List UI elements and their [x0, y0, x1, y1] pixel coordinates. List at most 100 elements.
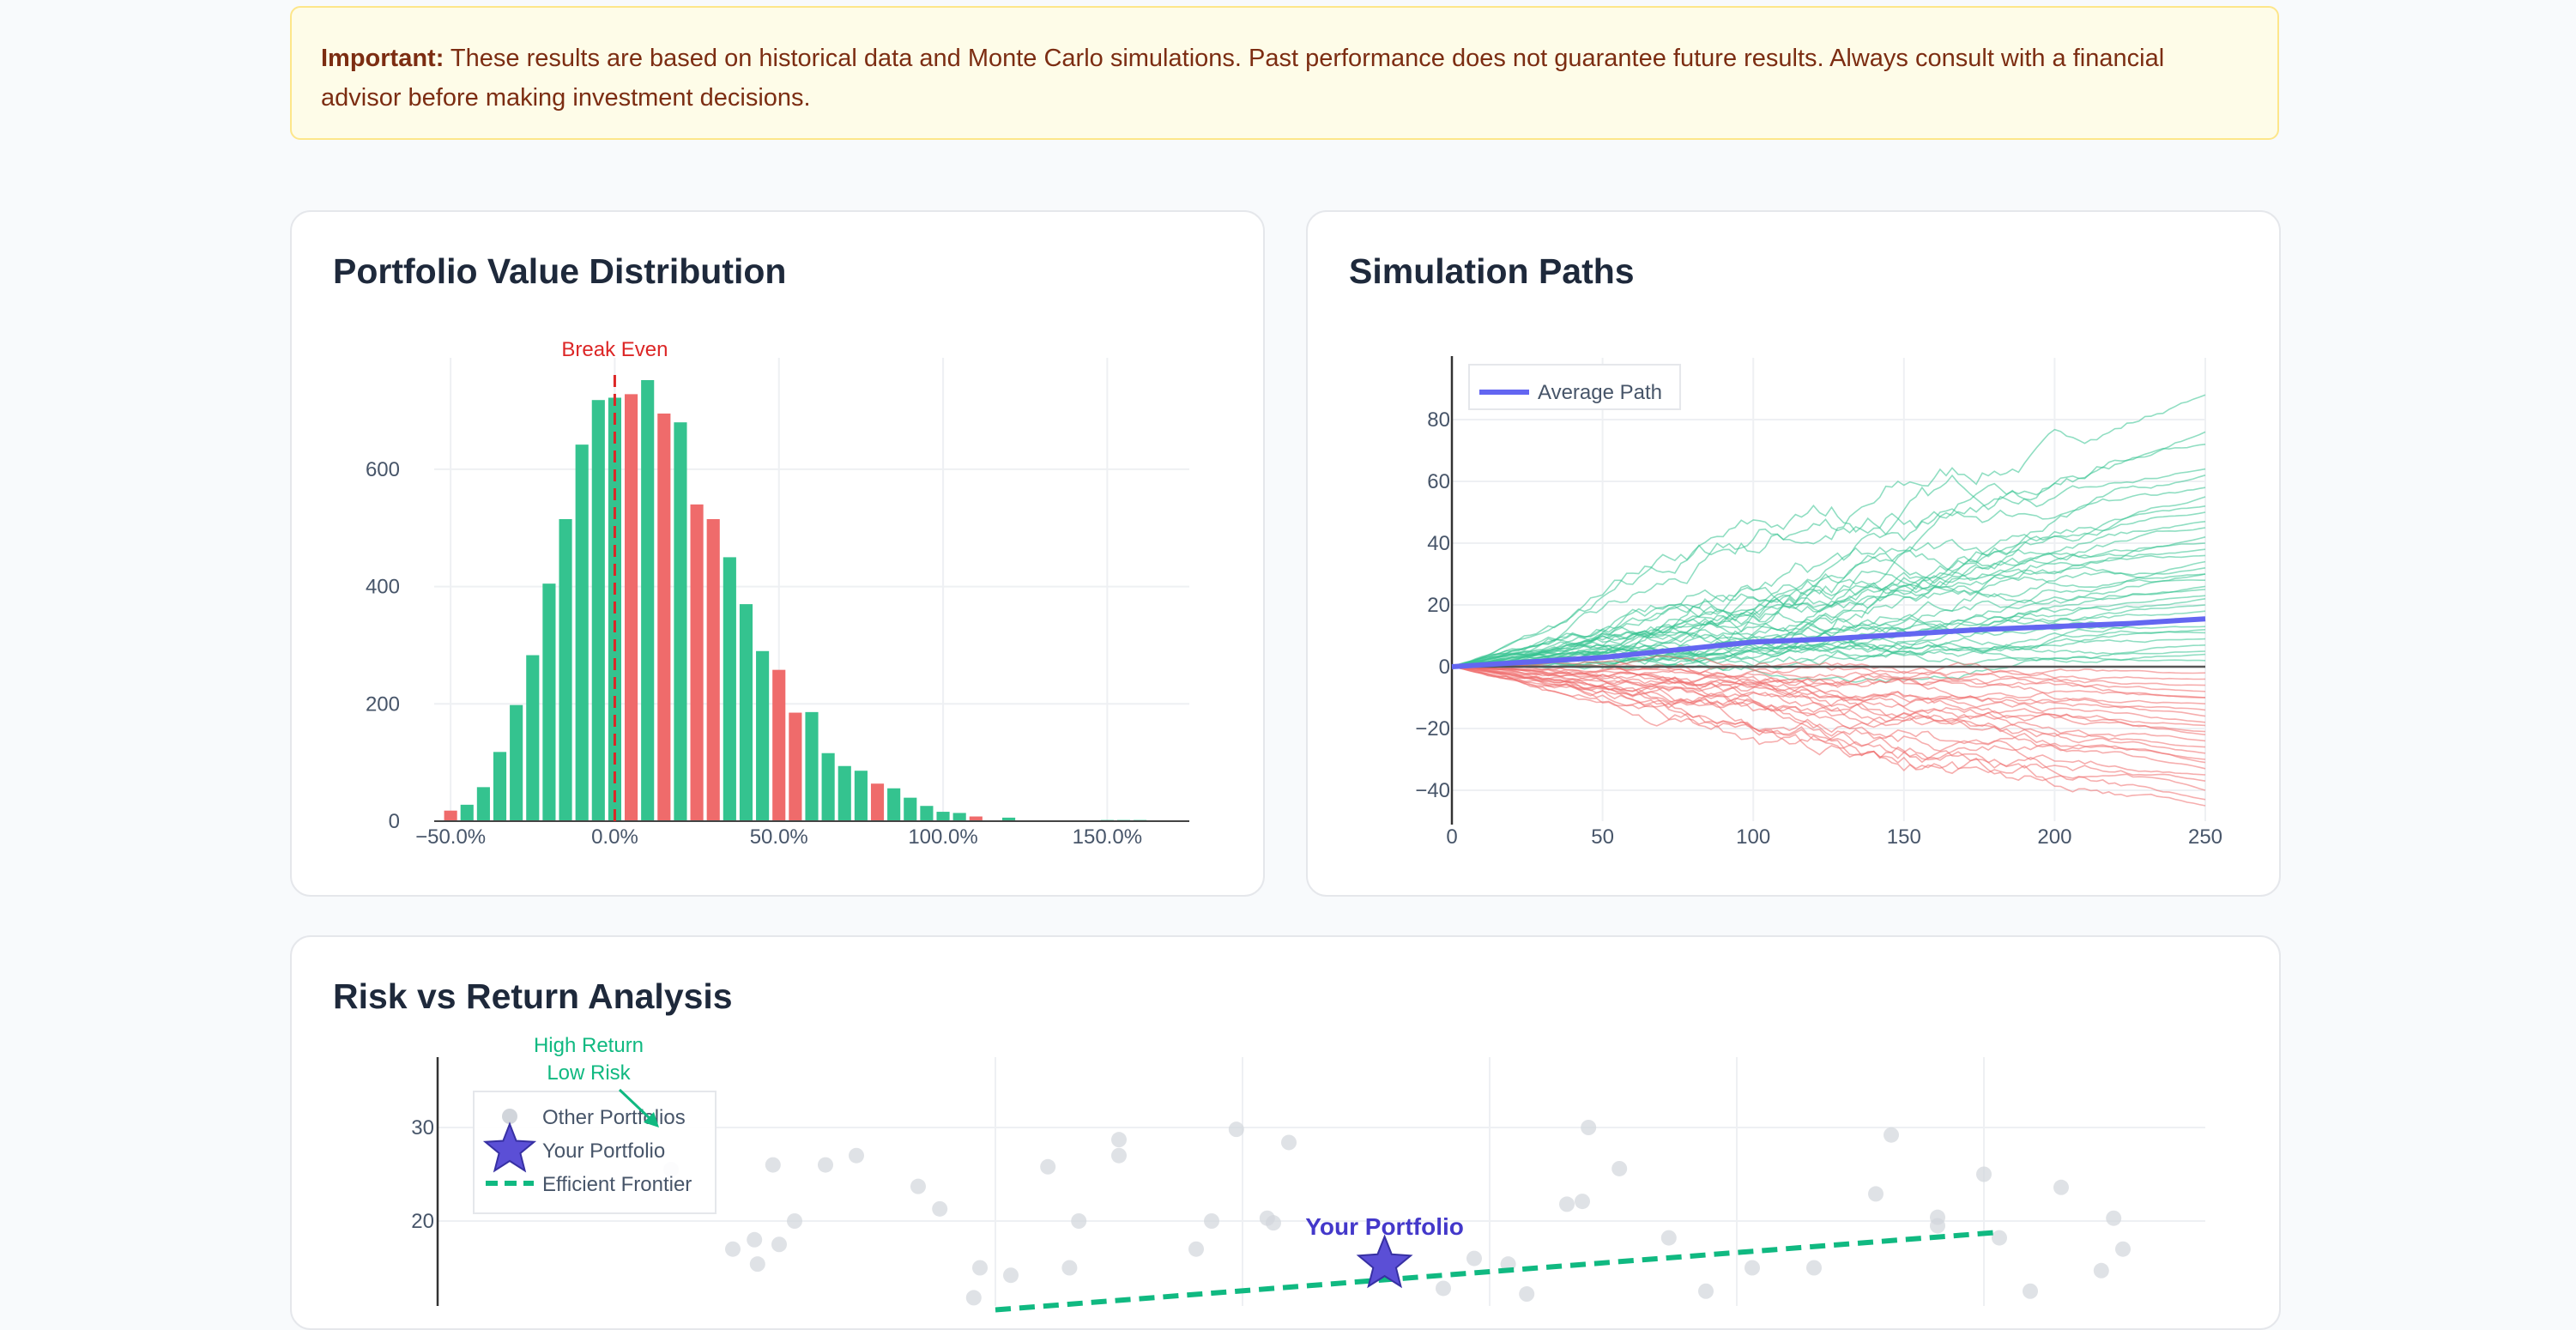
y-tick-label: 600	[366, 458, 400, 481]
y-tick-label: 200	[366, 692, 400, 716]
portfolio-point	[747, 1231, 763, 1248]
portfolio-point	[932, 1200, 948, 1217]
histogram-bar	[805, 711, 819, 821]
x-tick-label: 0.0%	[591, 825, 638, 849]
portfolio-point	[1581, 1120, 1597, 1135]
portfolio-point	[1930, 1218, 1945, 1234]
portfolio-point	[2093, 1262, 2109, 1279]
simulation-card: Simulation Paths 0 50 100 150 200 250 −40 −20 0 2…	[1306, 210, 2281, 897]
portfolio-point	[1111, 1132, 1127, 1148]
simulation-paths	[1451, 394, 2206, 807]
portfolio-point	[972, 1260, 988, 1276]
portfolio-point	[1612, 1160, 1628, 1176]
portfolio-point	[1003, 1267, 1019, 1284]
histogram-bar	[591, 400, 605, 821]
portfolio-point	[1061, 1260, 1078, 1276]
histogram-bar	[542, 583, 556, 821]
x-tick-label: 50.0%	[750, 825, 808, 849]
distribution-chart: −50.0% 0.0% 50.0% 100.0% 150.0% 0 200 400 600 Bre…	[366, 338, 1189, 849]
legend: Other Portfolios Your Portfolio Efficient …	[473, 1091, 717, 1214]
x-tick-label: 0	[1446, 825, 1457, 849]
x-tick-label: 150	[1887, 825, 1921, 849]
histogram-bar	[952, 813, 966, 821]
y-tick-label: −40	[1415, 779, 1450, 802]
y-tick-label: 80	[1427, 408, 1450, 432]
portfolio-point	[1466, 1250, 1482, 1267]
histogram-bar	[706, 518, 720, 821]
x-tick-label: 250	[2188, 825, 2222, 849]
y-tick-label: 20	[411, 1210, 434, 1233]
disclaimer-label: Important:	[321, 45, 444, 72]
portfolio-point	[771, 1236, 787, 1253]
portfolio-point	[1436, 1280, 1451, 1297]
legend-other-label: Other Portfolios	[542, 1106, 686, 1129]
distribution-card: Portfolio Value Distribution −50.0% 0.0% 5…	[290, 210, 1265, 897]
histogram-bar	[887, 788, 901, 821]
portfolio-point	[1519, 1286, 1535, 1303]
histogram-bar	[526, 655, 540, 821]
histogram-bar	[739, 604, 753, 821]
y-tick-label: 60	[1427, 470, 1450, 493]
portfolio-point	[1281, 1134, 1297, 1151]
efficient-frontier-line	[995, 1230, 2000, 1313]
histogram-bar	[559, 518, 572, 821]
your-portfolio-annotation: Your Portfolio	[1305, 1213, 1464, 1240]
portfolio-point	[1884, 1127, 1899, 1143]
histogram-bar	[444, 810, 457, 821]
histogram-bar	[723, 557, 736, 821]
histogram-bar	[854, 771, 868, 821]
portfolio-point	[965, 1290, 982, 1306]
portfolio-point	[818, 1157, 833, 1173]
histogram-bar	[460, 804, 474, 821]
risk-return-card: Risk vs Return Analysis 20 30 Your Portfol…	[290, 935, 2281, 1330]
risk-return-chart: 20 30 Your Portfolio Other Portfolios Your P…	[411, 1034, 2205, 1313]
portfolio-point	[1111, 1147, 1127, 1164]
legend: Average Path	[1468, 364, 1681, 410]
x-tick-label: 150.0%	[1073, 825, 1142, 849]
disclaimer-text: These results are based on historical da…	[321, 45, 2165, 112]
histogram-bar	[821, 753, 835, 821]
annotation-line: Low Risk	[547, 1061, 631, 1085]
portfolio-point	[1559, 1196, 1575, 1212]
simulation-path-line	[1451, 444, 2206, 668]
portfolio-point	[2023, 1283, 2038, 1299]
histogram-bar	[789, 712, 802, 821]
x-tick-label: −50.0%	[415, 825, 486, 849]
portfolio-point	[1660, 1230, 1677, 1246]
portfolio-point	[1575, 1194, 1590, 1210]
histogram-bar	[476, 787, 490, 821]
histogram-bar	[936, 812, 950, 821]
y-tick-label: 0	[389, 810, 400, 833]
simulation-chart: 0 50 100 150 200 250 −40 −20 0 20 40 60 80 Average Pa…	[1415, 356, 2222, 849]
portfolio-point	[1868, 1186, 1884, 1202]
histogram-bar	[641, 379, 655, 821]
portfolio-point	[2106, 1210, 2122, 1226]
portfolio-point	[910, 1178, 926, 1194]
portfolio-point	[1745, 1260, 1760, 1276]
y-tick-label: 0	[1439, 656, 1450, 679]
x-tick-label: 200	[2037, 825, 2071, 849]
x-tick-label: 100	[1736, 825, 1770, 849]
histogram-bar	[756, 650, 770, 821]
break-even-label: Break Even	[561, 338, 668, 361]
y-tick-label: 400	[366, 576, 400, 599]
portfolio-point	[725, 1241, 741, 1257]
portfolio-point	[1698, 1283, 1714, 1299]
histogram-bar	[575, 444, 589, 821]
x-tick-label: 100.0%	[908, 825, 977, 849]
legend-portfolio-label: Your Portfolio	[542, 1140, 665, 1163]
portfolio-point	[749, 1256, 765, 1273]
histogram-bar	[772, 669, 786, 821]
histogram-bar	[657, 413, 671, 821]
histogram-bar	[870, 783, 885, 821]
y-tick-label: −20	[1415, 717, 1450, 741]
y-tick-label: 20	[1427, 594, 1450, 617]
histogram-bar	[690, 504, 704, 821]
histogram-bar	[920, 806, 934, 821]
histogram-bar	[904, 797, 917, 821]
portfolio-point	[1976, 1166, 1992, 1182]
annotation-line: High Return	[534, 1034, 644, 1057]
legend-frontier-label: Efficient Frontier	[542, 1173, 692, 1196]
portfolio-point	[1188, 1241, 1204, 1257]
portfolio-point	[1806, 1260, 1822, 1276]
